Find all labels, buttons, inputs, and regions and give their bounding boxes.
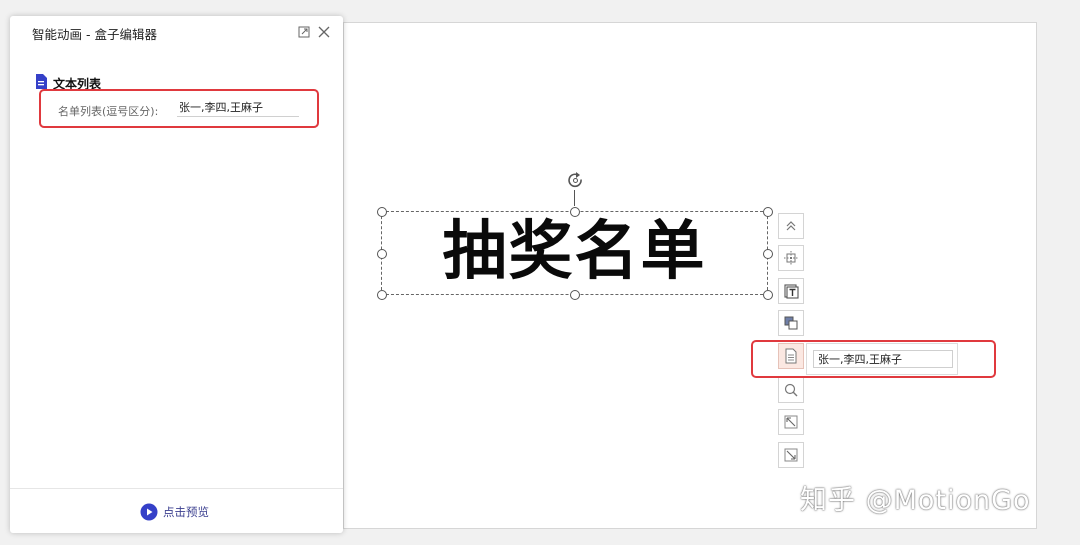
- rotate-icon[interactable]: [565, 170, 586, 191]
- collapse-up-button[interactable]: [778, 213, 804, 239]
- preview-button[interactable]: 点击预览: [140, 502, 209, 522]
- section-title: 文本列表: [53, 77, 102, 91]
- popover-name-list-input[interactable]: [813, 350, 953, 368]
- rotate-connector: [574, 190, 575, 206]
- watermark: 知乎 @MotionGo: [800, 485, 1031, 516]
- resize-handle-right[interactable]: [763, 249, 773, 259]
- align-center-button[interactable]: [778, 245, 804, 271]
- resize-handle-left[interactable]: [377, 249, 387, 259]
- text-box-button[interactable]: [778, 278, 804, 304]
- resize-handle-top[interactable]: [570, 207, 580, 217]
- text-box-icon: [784, 284, 799, 299]
- zoom-button[interactable]: [778, 377, 804, 403]
- close-icon[interactable]: [316, 24, 332, 40]
- panel-title: 智能动画 - 盒子编辑器: [32, 27, 157, 42]
- selected-text-box[interactable]: 抽奖名单: [381, 211, 768, 295]
- layer-order-button[interactable]: [778, 310, 804, 336]
- restore-window-icon[interactable]: [296, 24, 312, 40]
- resize-handle-top-right[interactable]: [763, 207, 773, 217]
- box-editor-panel: 智能动画 - 盒子编辑器 文本列表 名单列表(逗号区分): 点击预览: [10, 16, 343, 533]
- resize-handle-bottom[interactable]: [570, 290, 580, 300]
- resize-expand-button[interactable]: [778, 409, 804, 435]
- resize-handle-top-left[interactable]: [377, 207, 387, 217]
- panel-divider: [10, 488, 343, 489]
- resize-expand-icon: [784, 415, 798, 429]
- headline-text[interactable]: 抽奖名单: [382, 216, 767, 288]
- play-circle-icon: [140, 503, 158, 521]
- zoom-icon: [784, 383, 798, 397]
- resize-handle-bottom-left[interactable]: [377, 290, 387, 300]
- text-list-button[interactable]: [778, 343, 804, 369]
- resize-handle-bottom-right[interactable]: [763, 290, 773, 300]
- name-list-input[interactable]: [177, 98, 299, 117]
- document-icon: [35, 74, 47, 89]
- collapse-up-icon: [786, 221, 796, 231]
- preview-label: 点击预览: [163, 505, 209, 519]
- text-list-popover: [806, 343, 958, 375]
- resize-shrink-icon: [784, 448, 798, 462]
- resize-shrink-button[interactable]: [778, 442, 804, 468]
- align-center-icon: [784, 251, 798, 265]
- text-list-icon: [785, 348, 797, 364]
- name-list-label: 名单列表(逗号区分):: [58, 105, 159, 118]
- layer-order-icon: [784, 316, 798, 330]
